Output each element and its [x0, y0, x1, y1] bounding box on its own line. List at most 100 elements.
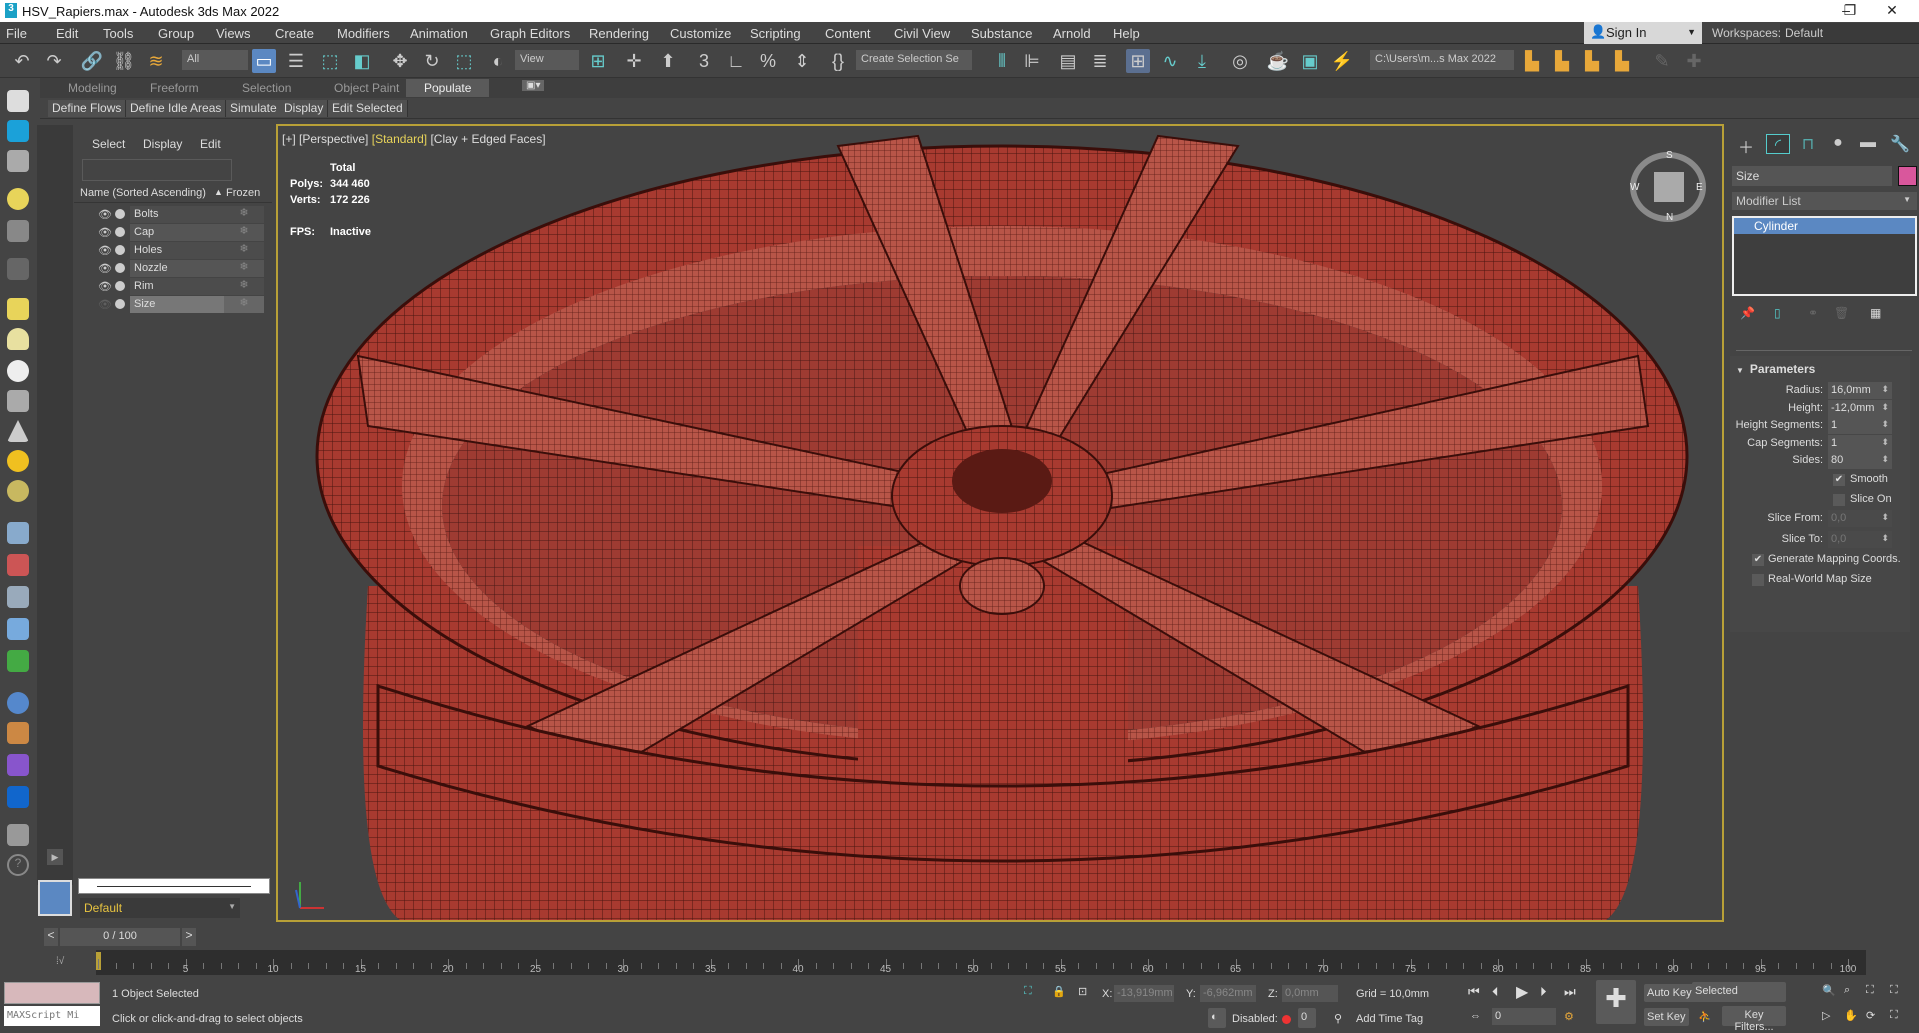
maximize-viewport-icon[interactable]: ⛶ [1890, 1009, 1898, 1022]
gear-icon[interactable] [7, 618, 29, 640]
tree-icon[interactable]: ▙ [1610, 49, 1634, 73]
z-coordinate-field[interactable]: 0,0mm [1282, 985, 1338, 1002]
hierarchy-tab-icon[interactable]: ⊓ [1796, 134, 1820, 154]
reference-coordinate-dropdown[interactable]: View [515, 50, 579, 70]
rendered-frame-icon[interactable]: ▣ [1298, 49, 1322, 73]
menu-group[interactable]: Group [158, 26, 194, 41]
render-toggle-icon[interactable] [115, 263, 125, 273]
teapot-icon[interactable] [7, 90, 29, 112]
viewcube-east[interactable]: E [1696, 182, 1703, 193]
frame-counter[interactable]: 0 / 100 [60, 928, 180, 946]
render-toggle-icon[interactable] [115, 209, 125, 219]
edit-named-selection-icon[interactable]: {} [826, 49, 850, 73]
configure-modifier-sets-icon[interactable]: ▦ [1870, 306, 1881, 320]
go-to-end-icon[interactable]: ⏭ [1564, 984, 1576, 1000]
pen-icon[interactable]: ✎ [1650, 49, 1674, 73]
material-sphere-icon[interactable] [7, 692, 29, 714]
object-name[interactable]: Nozzle [130, 260, 224, 277]
visibility-eye-icon[interactable]: 👁 [98, 244, 112, 257]
viewcube-south[interactable]: S [1666, 150, 1673, 161]
camera-icon[interactable] [7, 220, 29, 242]
modifier-list-dropdown[interactable]: Modifier List ▼ [1732, 192, 1917, 210]
object-name[interactable]: Holes [130, 242, 224, 259]
set-key-button[interactable]: Set Key [1644, 1008, 1689, 1026]
menu-scripting[interactable]: Scripting [750, 26, 801, 41]
rotate-icon[interactable]: ↻ [420, 49, 444, 73]
object-name[interactable]: Rim [130, 278, 224, 295]
explorer-search-input[interactable] [82, 159, 232, 181]
zoom-extents-all-icon[interactable]: ⛶ [1890, 984, 1898, 997]
menu-civil-view[interactable]: Civil View [894, 26, 950, 41]
menu-customize[interactable]: Customize [670, 26, 731, 41]
particle-icon[interactable] [7, 522, 29, 544]
select-by-name-icon[interactable]: ☰ [284, 49, 308, 73]
scene-explorer-icon[interactable]: ▤ [1056, 49, 1080, 73]
time-slider[interactable]: < 0 / 100 > [44, 928, 198, 946]
bind-space-warp-icon[interactable]: ≋ [144, 49, 168, 73]
ribbon-tab-object-paint[interactable]: Object Paint [334, 81, 399, 95]
visibility-eye-icon[interactable]: 👁 [98, 226, 112, 239]
pivot-center-icon[interactable]: ⊞ [586, 49, 610, 73]
param-spinner[interactable]: 80 [1828, 452, 1892, 469]
smooth-checkbox[interactable]: ✔ [1833, 474, 1845, 486]
layer-explorer-icon[interactable]: ≣ [1088, 49, 1112, 73]
explorer-tab-display[interactable]: Display [143, 137, 182, 151]
workspace-dropdown[interactable]: Default [1780, 23, 1919, 43]
grass-icon[interactable] [7, 650, 29, 672]
photo-icon[interactable] [7, 754, 29, 776]
menu-file[interactable]: File [6, 26, 27, 41]
remove-modifier-trash-icon[interactable]: 🗑 [1834, 306, 1849, 320]
teapot-2-icon[interactable] [7, 390, 29, 412]
tree-icon-left[interactable] [7, 586, 29, 608]
frozen-column-header[interactable]: Frozen [226, 187, 260, 199]
generate-mapping-checkbox[interactable]: ✔ [1752, 554, 1764, 566]
next-frame-icon[interactable]: ⏵ [1540, 984, 1547, 1000]
render-setup-icon[interactable]: ☕ [1266, 49, 1290, 73]
set-key-big-button[interactable]: ✚ [1596, 980, 1636, 1024]
unlink-icon[interactable]: ⛓ [112, 49, 136, 73]
placement-icon[interactable]: ◐ [486, 49, 510, 73]
light-icon[interactable] [7, 188, 29, 210]
explorer-tab-edit[interactable]: Edit [200, 137, 221, 151]
ribbon-tab-populate[interactable]: Populate [406, 79, 490, 97]
object-name[interactable]: Size [130, 296, 224, 313]
key-mode-icon[interactable]: ⇔ [1470, 1010, 1481, 1022]
frozen-snowflake-icon[interactable]: ❄ [224, 206, 264, 223]
explorer-tab-select[interactable]: Select [92, 137, 125, 151]
spinner-snap-icon[interactable]: ⇕ [790, 49, 814, 73]
maximize-button[interactable]: ❐ [1830, 2, 1870, 20]
scene-object-row[interactable]: 👁 Cap ❄ [74, 223, 272, 241]
snaps-toggle-icon[interactable]: 3 [692, 49, 716, 73]
make-unique-icon[interactable]: ⚭ [1808, 306, 1818, 320]
render-production-icon[interactable]: ⚡ [1330, 49, 1354, 73]
sun-icon[interactable] [7, 450, 29, 472]
auto-key-button[interactable]: Auto Key [1644, 984, 1695, 1002]
perspective-viewport[interactable]: [+] [Perspective] [Standard] [Clay + Edg… [276, 124, 1724, 922]
param-spinner[interactable]: 1 [1828, 434, 1892, 452]
ribbon-tab-modeling[interactable]: Modeling [68, 81, 117, 95]
angle-snap-icon[interactable]: ∟ [724, 49, 748, 73]
menu-graph-editors[interactable]: Graph Editors [490, 26, 570, 41]
named-selection-dropdown[interactable]: Create Selection Se [856, 50, 972, 70]
select-object-icon[interactable]: ▭ [252, 49, 276, 73]
expand-arrow-icon[interactable]: ▶ [47, 849, 63, 865]
real-world-map-checkbox[interactable] [1752, 574, 1764, 586]
zoom-all-icon[interactable]: ⌕ [1844, 984, 1850, 997]
object-name[interactable]: Cap [130, 224, 224, 241]
menu-substance[interactable]: Substance [971, 26, 1032, 41]
go-to-start-icon[interactable]: ⏮ [1468, 984, 1480, 1000]
mirror-icon[interactable]: ⫴ [990, 49, 1014, 73]
project-folder-icon[interactable]: ▙ [1520, 49, 1544, 73]
timeline-track[interactable]: 5 10 15 20 25 30 35 40 45 50 55 60 65 70 75 80 85 90 95 100 [96, 950, 1866, 975]
utilities-wrench-icon[interactable]: 🔧 [1888, 134, 1912, 154]
cone-icon[interactable] [7, 420, 29, 442]
fov-icon[interactable]: ▷ [1822, 1009, 1830, 1022]
selection-filter-dropdown[interactable]: All [182, 50, 248, 70]
toggle-ribbon-icon[interactable]: ⊞ [1126, 49, 1150, 73]
hierarchy-icon[interactable]: ▙ [1580, 49, 1604, 73]
sky-icon[interactable] [7, 480, 29, 502]
material-editor-icon[interactable]: ◎ [1228, 49, 1252, 73]
frozen-snowflake-icon[interactable]: ❄ [224, 296, 264, 313]
menu-create[interactable]: Create [275, 26, 314, 41]
display-tab-icon[interactable]: ▬ [1856, 134, 1880, 154]
